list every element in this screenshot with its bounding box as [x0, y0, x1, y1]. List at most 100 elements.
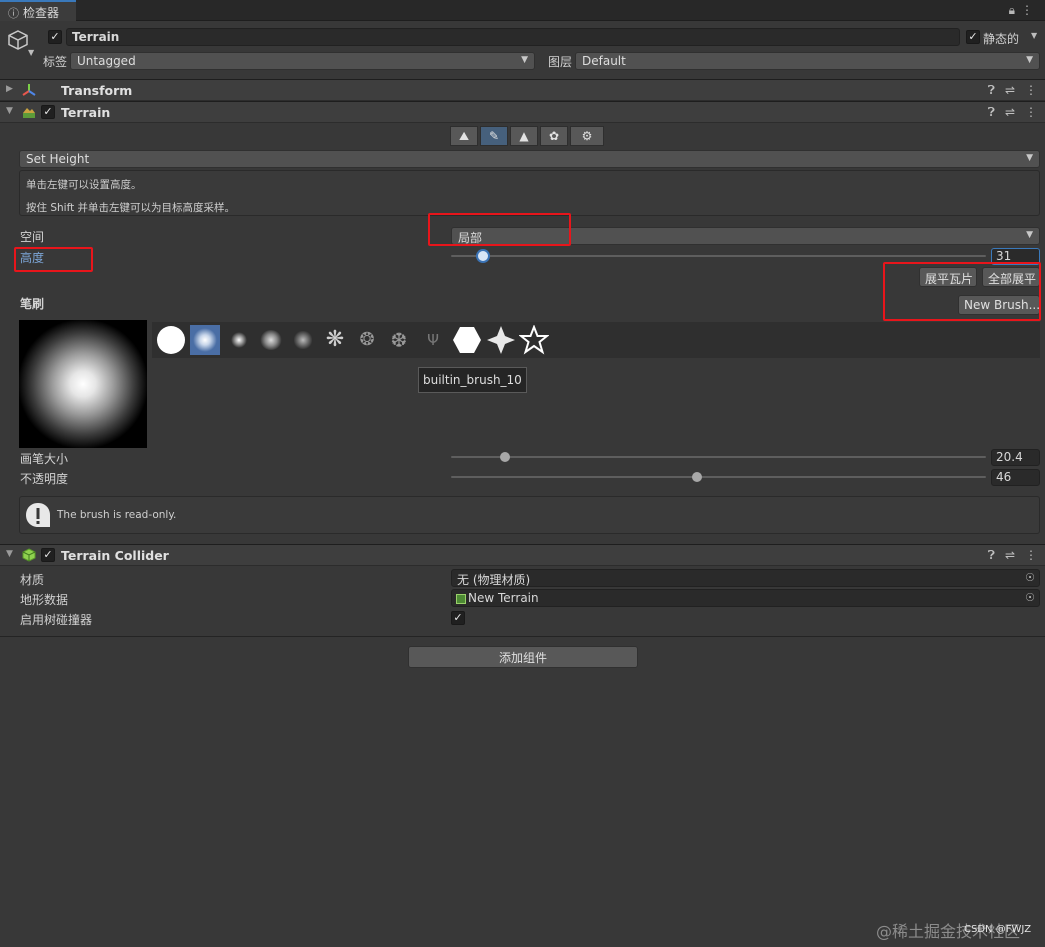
- tab-tools: 🔒︎⋮: [1009, 3, 1039, 18]
- raise-lower-tool-button[interactable]: ⛰: [450, 126, 478, 146]
- opacity-slider-track: [451, 476, 986, 478]
- readonly-notice-text: The brush is read-only.: [57, 509, 177, 521]
- lock-icon[interactable]: 🔒︎: [1009, 3, 1021, 17]
- static-label: 静态的: [983, 32, 1020, 46]
- foldout-collapsed-icon[interactable]: ▶: [6, 84, 13, 94]
- layer-label: 图层: [548, 55, 573, 69]
- terrain-collider-header[interactable]: ▼ ✓ Terrain Collider ❓︎ ⇌ ⋮: [0, 544, 1045, 566]
- brush-rough[interactable]: ❂: [352, 325, 382, 355]
- chevron-down-icon: ▼: [1026, 55, 1033, 65]
- terrain-header[interactable]: ▼ ✓ Terrain ❓︎ ⇌ ⋮: [0, 101, 1045, 123]
- foldout-expanded-icon[interactable]: ▼: [6, 106, 13, 116]
- space-label: 空间: [20, 230, 45, 244]
- paint-terrain-icon: ✎: [488, 129, 500, 143]
- brush-size-label: 画笔大小: [20, 452, 69, 466]
- readonly-notice-box: The brush is read-only.: [19, 496, 1040, 534]
- brush-size-slider-handle[interactable]: [500, 452, 510, 462]
- static-dropdown-caret[interactable]: ▼: [1031, 31, 1037, 40]
- opacity-slider-handle[interactable]: [692, 472, 702, 482]
- help-box: 单击左键可以设置高度。 按住 Shift 并单击左键可以为目标高度采样。: [19, 170, 1040, 216]
- material-value: 无 (物理材质): [457, 573, 531, 587]
- icon-dropdown-caret[interactable]: ▼: [28, 48, 34, 57]
- tab-bar: ⓘ 检查器 🔒︎⋮: [0, 0, 1045, 21]
- collider-title: Terrain Collider: [61, 548, 169, 563]
- height-slider-track: [451, 255, 986, 257]
- info-icon: ⓘ: [8, 7, 19, 20]
- paint-terrain-tool-button[interactable]: ✎: [480, 126, 508, 146]
- raise-lower-icon: ⛰: [458, 129, 470, 143]
- brushes-label: 笔刷: [20, 297, 45, 311]
- gameobject-cube-icon: [8, 30, 28, 50]
- height-slider-handle[interactable]: [478, 251, 488, 261]
- transform-axes-icon: [22, 84, 36, 96]
- header-icons: ❓︎ ⇌ ⋮: [978, 83, 1037, 98]
- object-name-field[interactable]: Terrain: [66, 28, 960, 46]
- paint-mode-dropdown[interactable]: Set Height ▼: [19, 150, 1040, 168]
- collider-cube-icon: [22, 548, 36, 562]
- terrain-data-icon: [456, 594, 466, 604]
- object-enabled-checkbox[interactable]: ✓: [48, 30, 62, 44]
- help-icon[interactable]: ❓︎: [988, 105, 995, 119]
- context-menu-icon[interactable]: ⋮: [1025, 83, 1037, 97]
- material-label: 材质: [20, 573, 45, 587]
- add-component-button[interactable]: 添加组件: [408, 646, 638, 668]
- terrain-title: Terrain: [61, 105, 111, 120]
- tree-colliders-label: 启用树碰撞器: [20, 613, 93, 627]
- chevron-down-icon: ▼: [521, 55, 528, 65]
- opacity-label: 不透明度: [20, 472, 69, 486]
- paint-details-tool-button[interactable]: ✿: [540, 126, 568, 146]
- annotation-highlight-space: [428, 213, 571, 246]
- transform-title: Transform: [61, 83, 133, 98]
- brush-soft-round[interactable]: [190, 325, 220, 355]
- brush-hard-round[interactable]: [156, 325, 186, 355]
- header-icons: ❓︎ ⇌ ⋮: [978, 548, 1037, 563]
- brush-splatter[interactable]: ❋: [320, 325, 350, 355]
- paint-trees-tool-button[interactable]: ▲: [510, 126, 538, 146]
- brush-cloud[interactable]: [256, 325, 286, 355]
- opacity-slider[interactable]: [451, 469, 986, 485]
- collider-enabled-checkbox[interactable]: ✓: [41, 548, 55, 562]
- context-menu-icon[interactable]: ⋮: [1025, 548, 1037, 562]
- help-icon[interactable]: ❓︎: [988, 83, 995, 97]
- menu-dots-icon[interactable]: ⋮: [1021, 3, 1039, 17]
- paint-mode-value: Set Height: [26, 152, 90, 166]
- terrain-settings-tool-button[interactable]: ⚙: [570, 126, 604, 146]
- brush-preview: [19, 320, 147, 448]
- terrain-data-label: 地形数据: [20, 593, 69, 607]
- object-picker-icon[interactable]: ☉: [1025, 591, 1035, 604]
- material-object-field[interactable]: 无 (物理材质) ☉: [451, 569, 1040, 587]
- tab-inspector[interactable]: ⓘ 检查器: [0, 0, 76, 21]
- terrain-settings-icon: ⚙: [581, 129, 593, 143]
- brush-size-slider[interactable]: [451, 449, 986, 465]
- terrain-data-object-field[interactable]: New Terrain ☉: [451, 589, 1040, 607]
- foldout-expanded-icon[interactable]: ▼: [6, 549, 13, 559]
- brush-grass[interactable]: Ψ: [418, 325, 448, 355]
- opacity-value-field[interactable]: 46: [991, 469, 1040, 486]
- brush-star-outline[interactable]: [519, 325, 549, 355]
- brush-size-value-field[interactable]: 20.4: [991, 449, 1040, 466]
- terrain-enabled-checkbox[interactable]: ✓: [41, 105, 55, 119]
- chevron-down-icon: ▼: [1026, 230, 1033, 240]
- help-line-2: 按住 Shift 并单击左键可以为目标高度采样。: [26, 202, 236, 214]
- transform-header[interactable]: ▶ Transform ❓︎ ⇌ ⋮: [0, 79, 1045, 101]
- layer-dropdown[interactable]: Default ▼: [575, 52, 1040, 70]
- context-menu-icon[interactable]: ⋮: [1025, 105, 1037, 119]
- help-icon[interactable]: ❓︎: [988, 548, 995, 562]
- help-line-1: 单击左键可以设置高度。: [26, 179, 142, 191]
- terrain-data-value: New Terrain: [468, 591, 539, 605]
- brush-star-soft[interactable]: [486, 325, 516, 355]
- paint-trees-icon: ▲: [519, 129, 529, 143]
- brush-small-soft[interactable]: [224, 325, 254, 355]
- preset-icon[interactable]: ⇌: [1005, 83, 1015, 97]
- preset-icon[interactable]: ⇌: [1005, 548, 1015, 562]
- static-checkbox[interactable]: ✓: [966, 30, 980, 44]
- paint-details-icon: ✿: [548, 129, 560, 143]
- brush-noise[interactable]: [288, 325, 318, 355]
- preset-icon[interactable]: ⇌: [1005, 105, 1015, 119]
- brush-branch[interactable]: ❆: [384, 325, 414, 355]
- tag-dropdown[interactable]: Untagged ▼: [70, 52, 535, 70]
- terrain-component-icon: [23, 108, 35, 118]
- object-picker-icon[interactable]: ☉: [1025, 571, 1035, 584]
- tree-colliders-checkbox[interactable]: ✓: [451, 611, 465, 625]
- brush-hexagon[interactable]: [452, 325, 482, 355]
